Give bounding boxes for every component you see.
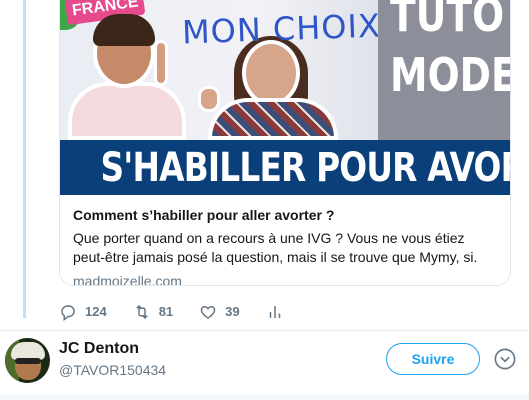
user-handle[interactable]: @TAVOR150434 xyxy=(59,361,166,379)
reply-icon xyxy=(61,305,75,321)
thread-line xyxy=(23,0,26,318)
card-domain: madmoizelle.com xyxy=(73,273,182,286)
image-handwritten-text: MON CHOIX xyxy=(181,6,382,52)
link-preview-card[interactable]: FRANCE MON CHOIX TUTO MODE S'HABILLER PO… xyxy=(59,0,511,286)
image-person-2-body xyxy=(208,98,338,140)
image-person-2-fist xyxy=(198,86,220,112)
image-person-2-head xyxy=(242,40,300,106)
chevron-down-icon xyxy=(494,348,516,370)
like-button[interactable]: 39 xyxy=(199,303,240,321)
retweet-button[interactable]: 81 xyxy=(133,303,173,321)
analytics-button[interactable] xyxy=(266,303,292,321)
tweet-actions: 124 81 39 xyxy=(59,301,318,323)
image-tuto-line-1: TUTO xyxy=(390,0,505,42)
card-thumbnail-image[interactable]: FRANCE MON CHOIX TUTO MODE S'HABILLER PO… xyxy=(60,0,510,195)
image-person-1-hand xyxy=(154,40,168,86)
analytics-icon xyxy=(269,306,280,318)
card-text-block[interactable]: Comment s’habiller pour aller avorter ? … xyxy=(73,206,498,286)
image-tuto-line-2: MODE xyxy=(390,48,510,102)
like-count: 39 xyxy=(225,304,240,319)
card-title: Comment s’habiller pour aller avorter ? xyxy=(73,207,335,223)
heart-icon xyxy=(200,305,216,319)
user-display-name[interactable]: JC Denton xyxy=(59,339,139,359)
reply-button[interactable]: 124 xyxy=(59,303,107,321)
next-tweet-edge xyxy=(0,394,529,400)
image-person-1-hair xyxy=(93,14,155,46)
reply-count: 124 xyxy=(85,304,107,319)
follow-button[interactable]: Suivre xyxy=(386,343,480,375)
tweet-divider xyxy=(0,330,529,331)
image-banner-text: S'HABILLER POUR AVORTER xyxy=(100,145,511,191)
retweet-icon xyxy=(135,304,148,320)
retweet-count: 81 xyxy=(158,304,174,319)
avatar[interactable] xyxy=(5,338,50,383)
more-options-button[interactable] xyxy=(494,348,516,370)
avatar-glasses xyxy=(15,358,41,364)
card-description: Que porter quand on a recours à une IVG … xyxy=(73,230,478,265)
image-person-1-body xyxy=(68,82,186,140)
